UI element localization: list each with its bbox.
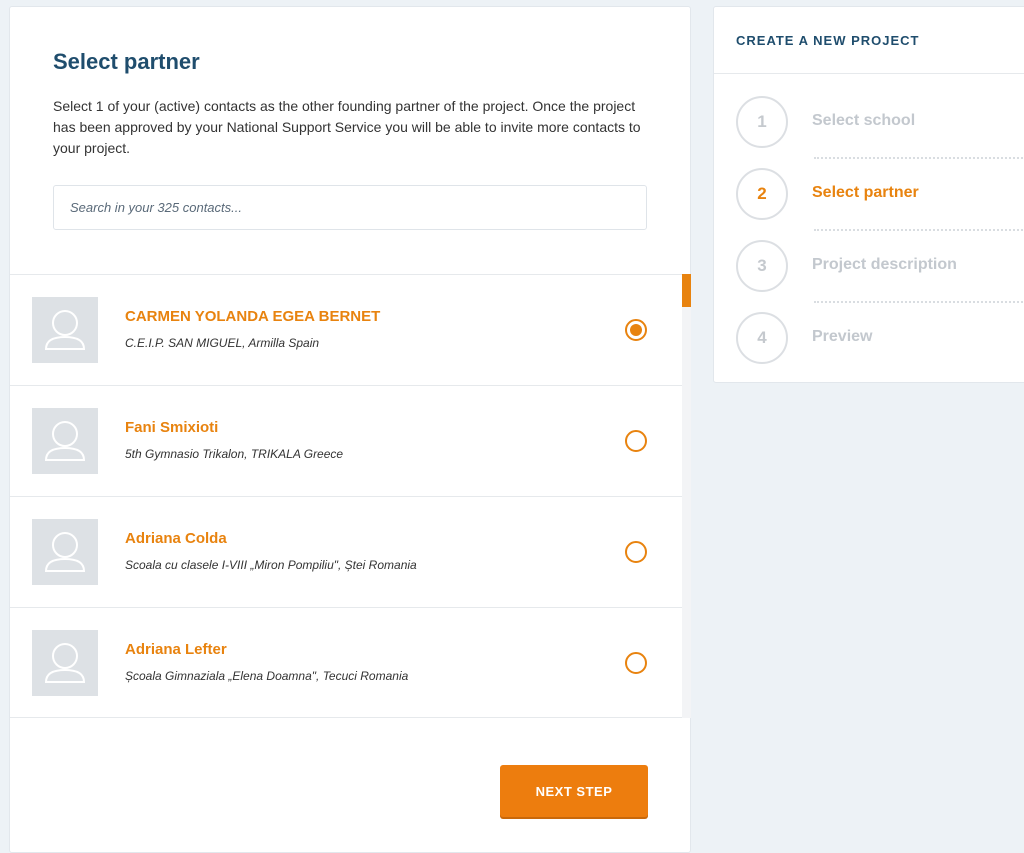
contact-list: CARMEN YOLANDA EGEA BERNET C.E.I.P. SAN … xyxy=(10,274,682,718)
contact-school: 5th Gymnasio Trikalon, TRIKALA Greece xyxy=(125,447,344,461)
step-label[interactable]: Project description xyxy=(812,256,957,274)
step-divider xyxy=(814,301,1024,303)
select-partner-card: Select partner Select 1 of your (active)… xyxy=(9,6,691,853)
intro-text: Select 1 of your (active) contacts as th… xyxy=(53,98,641,156)
user-placeholder-icon xyxy=(32,297,98,363)
contact-row[interactable]: CARMEN YOLANDA EGEA BERNET C.E.I.P. SAN … xyxy=(10,275,682,386)
contact-select-radio[interactable] xyxy=(625,652,647,674)
step-divider xyxy=(814,157,1024,159)
step-number: 2 xyxy=(736,168,788,220)
next-step-button[interactable]: NEXT STEP xyxy=(500,765,648,817)
step-label[interactable]: Select partner xyxy=(812,184,919,202)
step-number: 1 xyxy=(736,96,788,148)
user-placeholder-icon xyxy=(32,408,98,474)
step-divider xyxy=(814,229,1024,231)
create-project-steps-card: CREATE A NEW PROJECT 1 Select school 2 S… xyxy=(713,6,1024,383)
contact-name[interactable]: Adriana Colda xyxy=(125,530,227,547)
step-select-school[interactable]: 1 Select school xyxy=(736,96,1024,148)
contact-list-scrollbar[interactable] xyxy=(682,274,691,718)
step-project-description[interactable]: 3 Project description xyxy=(736,240,1024,292)
step-label[interactable]: Preview xyxy=(812,328,872,346)
contact-name[interactable]: Fani Smixioti xyxy=(125,419,218,436)
step-preview[interactable]: 4 Preview xyxy=(736,312,1024,364)
step-number: 3 xyxy=(736,240,788,292)
contact-row[interactable]: Adriana Lefter Școala Gimnaziala „Elena … xyxy=(10,608,682,717)
user-placeholder-icon xyxy=(32,519,98,585)
page-title: Select partner xyxy=(53,49,200,74)
step-select-partner[interactable]: 2 Select partner xyxy=(736,168,1024,220)
contact-row[interactable]: Adriana Colda Scoala cu clasele I-VIII „… xyxy=(10,497,682,608)
contact-select-radio[interactable] xyxy=(625,430,647,452)
contact-select-radio[interactable] xyxy=(625,319,647,341)
contact-search-input[interactable] xyxy=(53,185,647,230)
contact-school: Școala Gimnaziala „Elena Doamna", Tecuci… xyxy=(125,669,409,683)
contact-select-radio[interactable] xyxy=(625,541,647,563)
user-placeholder-icon xyxy=(32,630,98,696)
contact-name[interactable]: CARMEN YOLANDA EGEA BERNET xyxy=(125,308,380,325)
contact-row[interactable]: Fani Smixioti 5th Gymnasio Trikalon, TRI… xyxy=(10,386,682,497)
scrollbar-thumb[interactable] xyxy=(682,274,691,307)
step-label[interactable]: Select school xyxy=(812,112,915,130)
contact-name[interactable]: Adriana Lefter xyxy=(125,641,227,658)
step-number: 4 xyxy=(736,312,788,364)
steps-title: CREATE A NEW PROJECT xyxy=(714,7,1024,74)
contact-school: C.E.I.P. SAN MIGUEL, Armilla Spain xyxy=(125,336,320,350)
contact-school: Scoala cu clasele I-VIII „Miron Pompiliu… xyxy=(125,558,417,572)
